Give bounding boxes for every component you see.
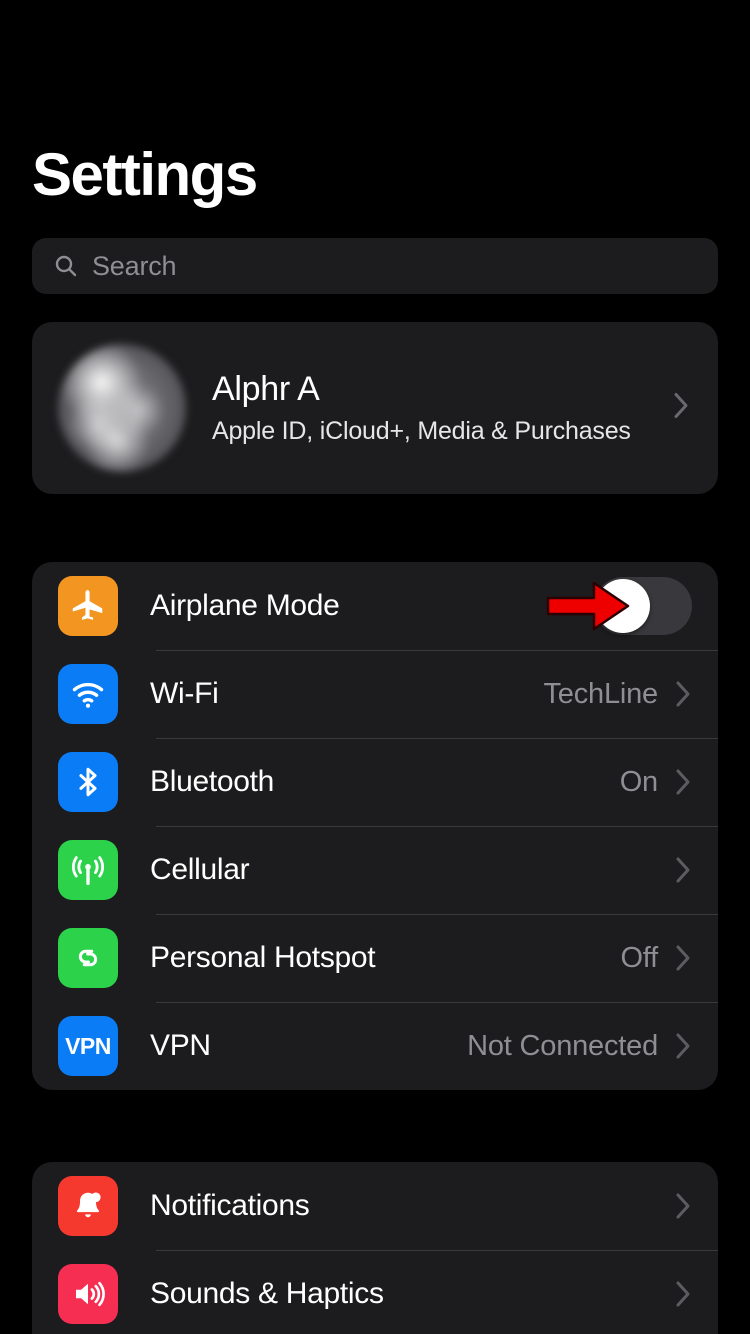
personal-hotspot-icon (58, 928, 118, 988)
chevron-right-icon (674, 1031, 692, 1061)
search-bar[interactable]: Search (32, 238, 718, 294)
profile-row[interactable]: Alphr A Apple ID, iCloud+, Media & Purch… (32, 322, 718, 494)
notifications-group: Notifications Sounds & Haptics (32, 1162, 718, 1334)
notifications-bell-icon (58, 1176, 118, 1236)
chevron-right-icon (674, 679, 692, 709)
profile-text-block: Alphr A Apple ID, iCloud+, Media & Purch… (212, 370, 631, 446)
setting-label: Wi-Fi (150, 677, 544, 711)
bluetooth-icon (58, 752, 118, 812)
search-input[interactable]: Search (92, 251, 176, 282)
airplane-mode-toggle[interactable] (594, 577, 692, 635)
setting-label: Sounds & Haptics (150, 1277, 658, 1311)
vpn-icon-label: VPN (65, 1033, 111, 1060)
chevron-right-icon (674, 767, 692, 797)
setting-value: Not Connected (467, 1030, 658, 1063)
setting-label: VPN (150, 1029, 467, 1063)
setting-row-airplane-mode[interactable]: Airplane Mode (32, 562, 718, 650)
setting-row-notifications[interactable]: Notifications (32, 1162, 718, 1250)
setting-label: Personal Hotspot (150, 941, 620, 975)
setting-value: TechLine (544, 678, 659, 711)
search-icon (54, 254, 78, 278)
chevron-right-icon (674, 855, 692, 885)
profile-subtitle: Apple ID, iCloud+, Media & Purchases (212, 417, 631, 446)
avatar (58, 344, 186, 472)
setting-row-sounds-haptics[interactable]: Sounds & Haptics (32, 1250, 718, 1334)
setting-value: Off (620, 942, 658, 975)
setting-label: Notifications (150, 1189, 658, 1223)
setting-row-personal-hotspot[interactable]: Personal Hotspot Off (32, 914, 718, 1002)
toggle-knob (596, 579, 650, 633)
chevron-right-icon (674, 1191, 692, 1221)
chevron-right-icon (672, 390, 690, 427)
wifi-icon (58, 664, 118, 724)
sounds-speaker-icon (58, 1264, 118, 1324)
setting-row-cellular[interactable]: Cellular (32, 826, 718, 914)
cellular-icon (58, 840, 118, 900)
airplane-icon (58, 576, 118, 636)
profile-name: Alphr A (212, 370, 631, 409)
setting-value: On (620, 766, 658, 799)
connectivity-group: Airplane Mode Wi-Fi TechLine (32, 562, 718, 1090)
chevron-right-icon (674, 1279, 692, 1309)
setting-label: Cellular (150, 853, 658, 887)
setting-label: Bluetooth (150, 765, 620, 799)
setting-row-vpn[interactable]: VPN VPN Not Connected (32, 1002, 718, 1090)
apple-id-profile-card[interactable]: Alphr A Apple ID, iCloud+, Media & Purch… (32, 322, 718, 494)
setting-label: Airplane Mode (150, 589, 594, 623)
setting-row-wifi[interactable]: Wi-Fi TechLine (32, 650, 718, 738)
page-title: Settings (32, 145, 257, 205)
setting-row-bluetooth[interactable]: Bluetooth On (32, 738, 718, 826)
vpn-icon: VPN (58, 1016, 118, 1076)
chevron-right-icon (674, 943, 692, 973)
